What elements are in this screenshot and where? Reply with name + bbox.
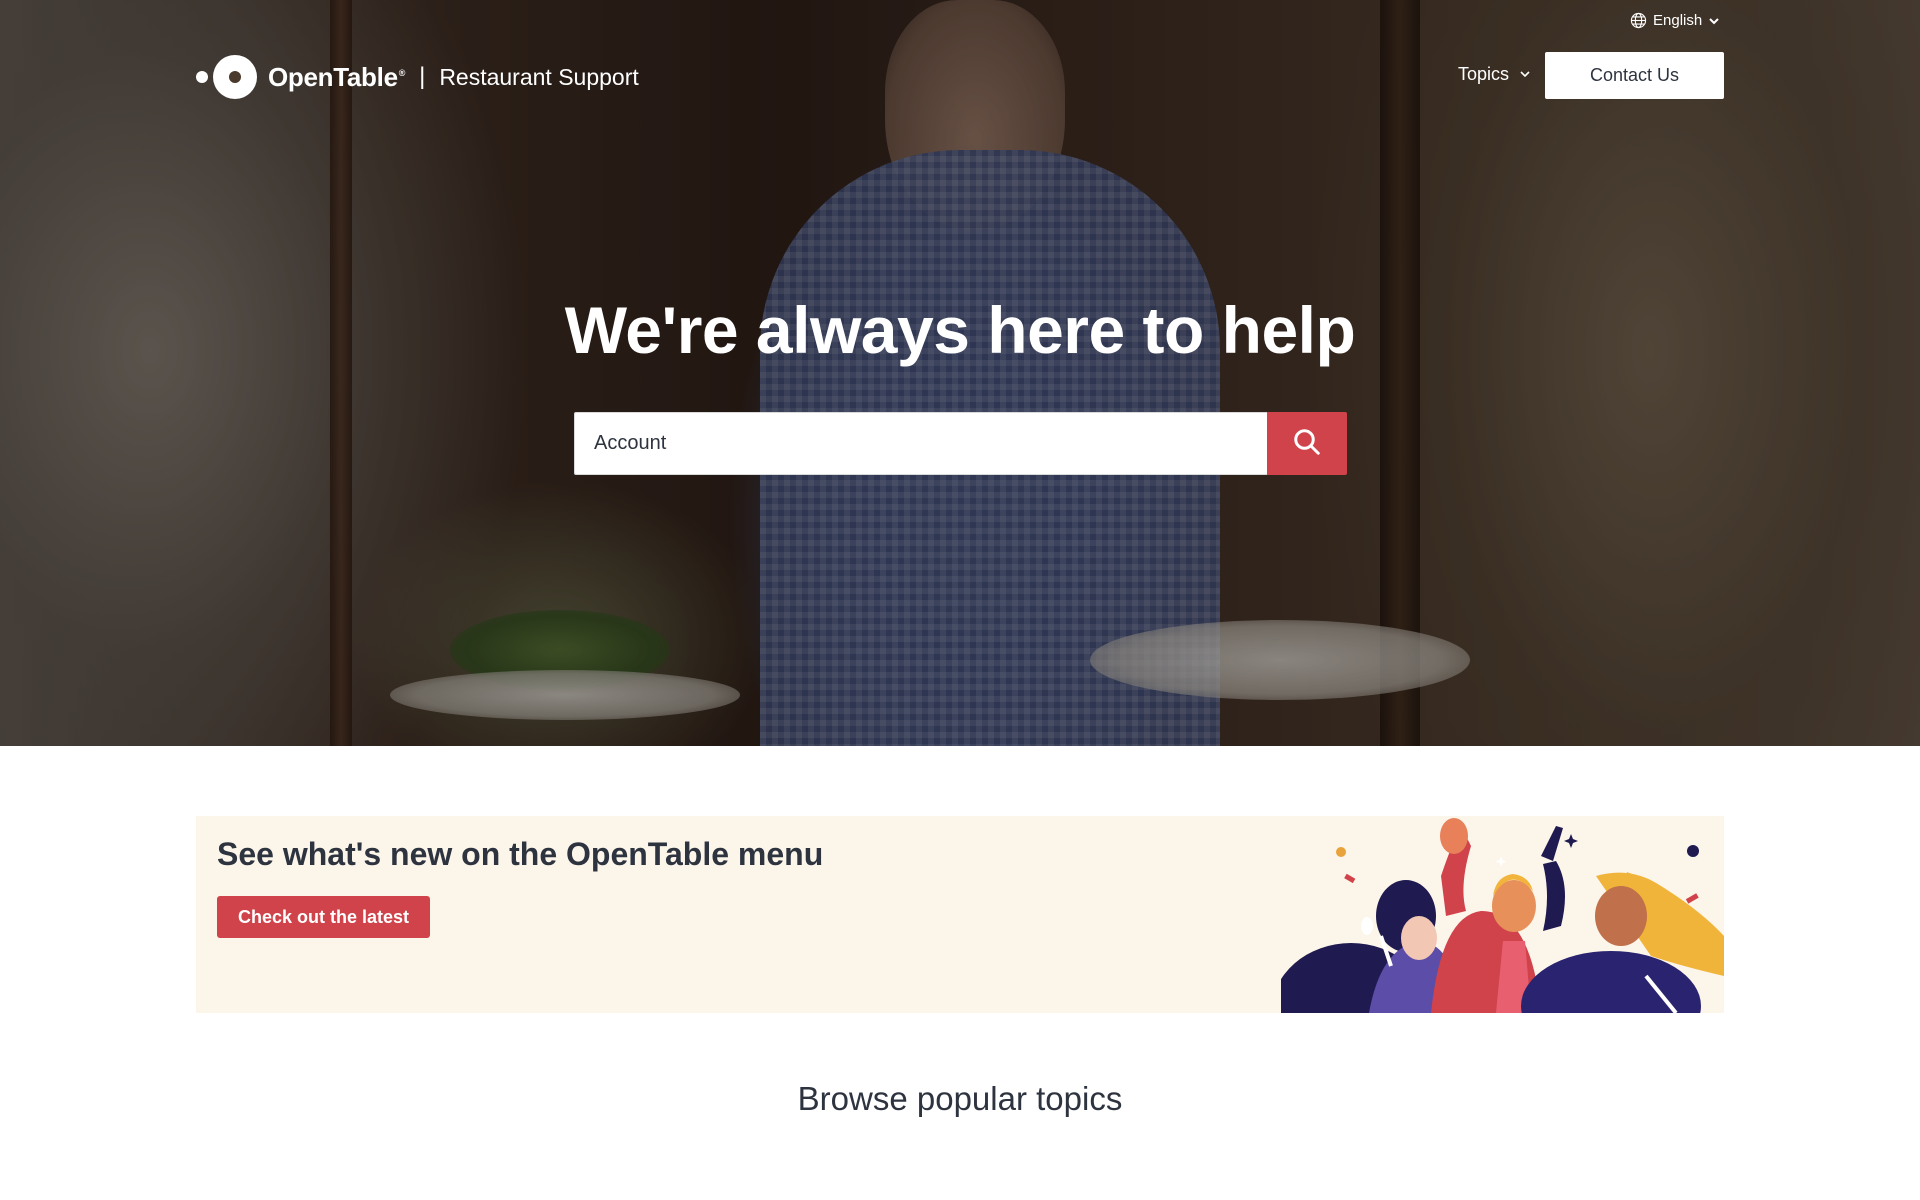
promo-title: See what's new on the OpenTable menu	[217, 836, 824, 872]
check-out-latest-button[interactable]: Check out the latest	[217, 896, 431, 938]
promo-banner: See what's new on the OpenTable menu Che…	[196, 816, 1724, 1013]
topics-label: Topics	[1458, 64, 1510, 84]
contact-us-button[interactable]: Contact Us	[1545, 52, 1724, 99]
search-button[interactable]	[1267, 412, 1347, 475]
globe-icon	[1630, 12, 1647, 29]
browse-popular-topics-heading: Browse popular topics	[797, 1080, 1123, 1117]
hero-background-image	[0, 0, 1920, 746]
search-bar	[574, 412, 1347, 475]
opentable-logo-icon	[196, 54, 258, 100]
topics-menu[interactable]: Topics	[1458, 64, 1531, 85]
logo-wordmark: OpenTable®	[268, 61, 406, 92]
language-label: English	[1653, 12, 1703, 29]
hero-overlay	[0, 0, 1920, 746]
logo-separator: |	[419, 63, 426, 90]
celebration-illustration	[1281, 818, 1724, 1013]
logo-subtitle: Restaurant Support	[439, 63, 639, 90]
chevron-down-icon	[1708, 15, 1720, 27]
hero-title: We're always here to help	[564, 293, 1356, 367]
search-icon	[1292, 427, 1322, 460]
chevron-down-icon	[1519, 64, 1531, 85]
opentable-logo[interactable]: OpenTable® | Restaurant Support	[196, 54, 639, 100]
language-selector[interactable]: English	[1630, 12, 1720, 29]
search-input[interactable]	[574, 412, 1267, 475]
